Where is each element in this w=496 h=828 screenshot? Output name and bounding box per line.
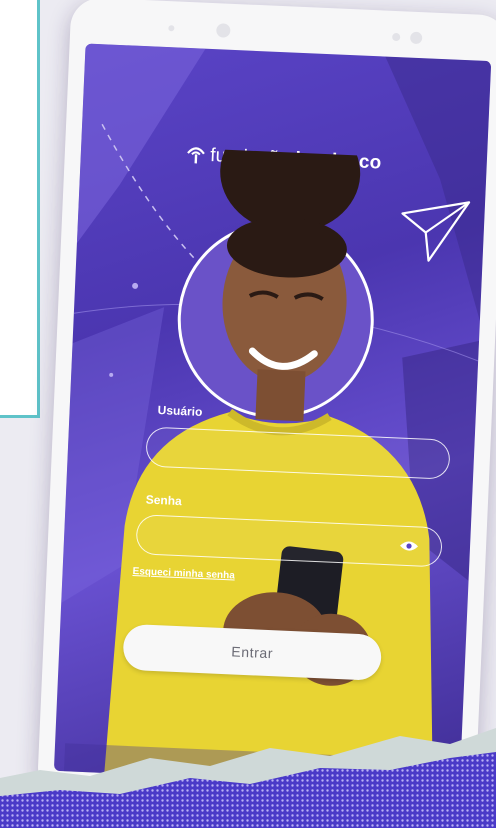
- torn-paper-decoration: [0, 728, 496, 828]
- camera-dot: [168, 25, 175, 32]
- sensor-dot: [216, 23, 231, 38]
- eye-icon[interactable]: [399, 540, 420, 553]
- login-screen: fundação bradesco: [53, 43, 492, 789]
- phone-mockup: fundação bradesco: [36, 0, 496, 816]
- background-panel: [0, 0, 40, 418]
- username-label: Usuário: [157, 402, 203, 419]
- password-label: Senha: [145, 492, 183, 509]
- sensor-dot: [392, 32, 401, 42]
- sensor-dot: [409, 31, 423, 45]
